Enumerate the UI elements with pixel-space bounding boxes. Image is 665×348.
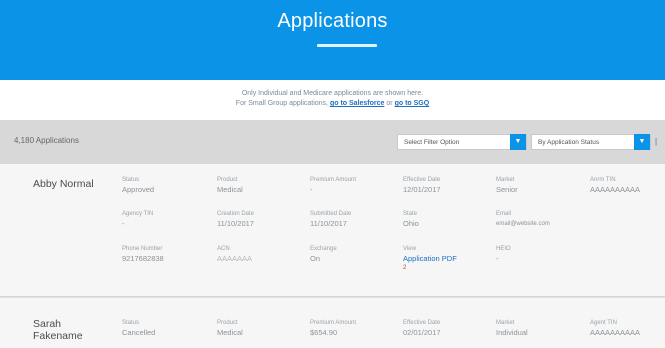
sort-select[interactable]: By Application Status ▼	[531, 134, 651, 150]
page-title: Applications	[277, 10, 388, 32]
application-card[interactable]: Abby Normal Status Approved Product Medi…	[0, 164, 665, 297]
notice-or: or	[386, 100, 393, 107]
field-email: Email email@website.com	[496, 211, 550, 227]
field-phone-number: Phone Number 9217682838	[122, 246, 164, 263]
field-product: Product Medical	[217, 177, 243, 194]
filter-select[interactable]: Select Filter Option ▼	[397, 134, 527, 150]
notice-prefix: For Small Group applications,	[235, 100, 329, 107]
sort-select-value: By Application Status	[538, 139, 600, 146]
chevron-down-icon[interactable]: ▼	[634, 134, 650, 150]
field-heio: HEIO -	[496, 246, 511, 263]
notice-line-1: Only Individual and Medicare application…	[241, 90, 424, 97]
field-status: Status Approved	[122, 177, 155, 194]
title-underline	[317, 44, 377, 47]
field-agency-tin: Agency TIN -	[122, 211, 154, 228]
applicant-name: Sarah Fakename	[33, 318, 83, 342]
field-agent-tin: Agent TIN AAAAAAAAAA	[590, 320, 641, 337]
truncated-icon[interactable]: |	[655, 137, 657, 146]
filter-select-value: Select Filter Option	[404, 139, 460, 146]
field-premium-amount: Premium Amount -	[310, 177, 357, 194]
field-product: Product Medical	[217, 320, 243, 337]
application-pdf-link[interactable]: Application PDF	[403, 254, 457, 264]
field-market: Market Individual	[496, 320, 528, 337]
chevron-down-icon[interactable]: ▼	[510, 134, 526, 150]
applicant-name: Abby Normal	[33, 178, 94, 190]
sgq-link[interactable]: go to SGQ	[395, 100, 430, 107]
application-card[interactable]: Sarah Fakename Status Cancelled Product …	[0, 297, 665, 348]
field-acn: ACN AAAAAAA	[217, 246, 253, 263]
field-exchange: Exchange On	[310, 246, 337, 263]
results-toolbar: 4,180 Applications Select Filter Option …	[0, 120, 665, 164]
notice-banner: Only Individual and Medicare application…	[0, 80, 665, 120]
field-state: State Ohio	[403, 211, 419, 228]
salesforce-link[interactable]: go to Salesforce	[330, 100, 384, 107]
notice-line-2: For Small Group applications, go to Sale…	[0, 100, 665, 107]
field-effective-date: Effective Date 02/01/2017	[403, 320, 441, 337]
application-count: 4,180 Applications	[14, 136, 79, 145]
field-view: View Application PDF 2	[403, 246, 457, 271]
pdf-count-badge: 2	[403, 265, 407, 271]
field-creation-date: Creation Date 11/10/2017	[217, 211, 255, 228]
field-effective-date: Effective Date 12/01/2017	[403, 177, 441, 194]
field-submitted-date: Submitted Date 11/10/2017	[310, 211, 352, 228]
field-premium-amount: Premium Amount $654.90	[310, 320, 357, 337]
field-anrm-tin: Anrm TIN AAAAAAAAAA	[590, 177, 641, 194]
field-status: Status Cancelled	[122, 320, 156, 337]
field-market: Market Senior	[496, 177, 518, 194]
page-header: Applications	[0, 0, 665, 80]
